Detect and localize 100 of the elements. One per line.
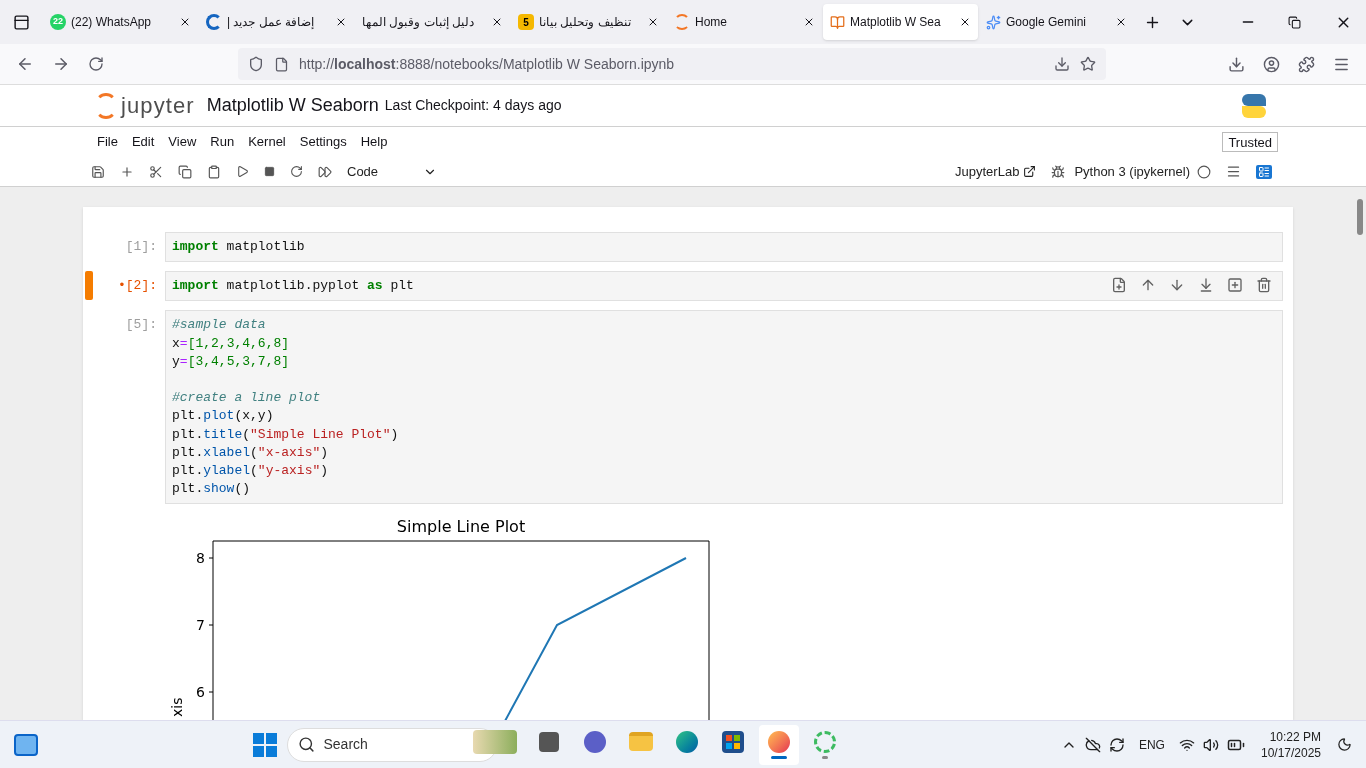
- download-page-icon[interactable]: [1054, 56, 1070, 72]
- address-field[interactable]: http://localhost:8888/notebooks/Matplotlib W Seaborn.ipynb: [238, 48, 1106, 80]
- page-icon: [274, 56, 289, 72]
- browser-tab[interactable]: Home: [667, 4, 822, 40]
- add-icon[interactable]: [120, 164, 134, 179]
- restart-icon[interactable]: [290, 165, 303, 178]
- trusted-button[interactable]: Trusted: [1222, 132, 1278, 152]
- run-icon[interactable]: [236, 165, 249, 178]
- menu-item[interactable]: Settings: [292, 132, 354, 152]
- close-icon[interactable]: [647, 16, 659, 28]
- forward-icon[interactable]: [52, 55, 70, 73]
- y-tick-label: 7: [196, 617, 214, 634]
- code-line: y=[3,4,5,3,7,8]: [172, 352, 291, 371]
- browser-tab[interactable]: Google Gemini: [979, 4, 1134, 40]
- extensions-icon[interactable]: [1298, 55, 1315, 73]
- code-line: plt.xlabel("x-axis"): [172, 443, 330, 462]
- square-badge-icon: 5: [518, 14, 534, 30]
- language-indicator[interactable]: ENG: [1138, 735, 1165, 754]
- download-icon[interactable]: [1228, 55, 1245, 73]
- close-icon[interactable]: [335, 16, 347, 28]
- browser-tab[interactable]: 22 (22) WhatsApp: [43, 4, 198, 40]
- bug-icon[interactable]: [1051, 164, 1066, 179]
- cloud-off-icon[interactable]: [1084, 736, 1101, 753]
- checkpoint-text: Last Checkpoint: 4 days ago: [384, 96, 562, 115]
- code-line: plt.plot(x,y): [172, 407, 275, 426]
- copy-icon[interactable]: [178, 164, 192, 179]
- thumbnail-picture: [473, 729, 518, 754]
- jupyter-logo[interactable]: jupyter: [95, 92, 195, 119]
- plot-title: Simple Line Plot: [396, 517, 526, 537]
- shield-icon: [248, 56, 264, 72]
- code-line: plt.title("Simple Line Plot"): [172, 425, 400, 444]
- menu-item[interactable]: Edit: [124, 132, 162, 152]
- insert-above-icon[interactable]: [1198, 277, 1214, 294]
- moon-icon[interactable]: [1337, 737, 1352, 752]
- close-icon[interactable]: [959, 16, 971, 28]
- delete-icon[interactable]: [1256, 277, 1272, 294]
- duplicate-icon[interactable]: [1111, 277, 1127, 294]
- code-line: plt.show(): [172, 480, 252, 499]
- ring-icon: [814, 730, 837, 753]
- ring-icon: [206, 14, 222, 30]
- reload-icon[interactable]: [88, 56, 104, 72]
- close-icon[interactable]: [179, 16, 191, 28]
- menu-item[interactable]: File: [90, 132, 125, 152]
- tab-title: إضافة عمل جديد |: [227, 14, 316, 31]
- stop-icon[interactable]: [264, 166, 275, 177]
- book-icon: [830, 14, 845, 30]
- restore-icon[interactable]: [1288, 15, 1301, 29]
- menu-item[interactable]: Kernel: [241, 132, 293, 152]
- y-tick-label: 6: [196, 684, 214, 701]
- menu-item[interactable]: Help: [353, 132, 395, 152]
- code-cell[interactable]: import matplotlib: [165, 232, 1283, 263]
- jupyterlab-link[interactable]: JupyterLab: [955, 161, 1037, 182]
- browser-tab[interactable]: دليل إثبات وقبول المها: [355, 4, 510, 40]
- code-cell[interactable]: import matplotlib.pyplot as plt: [165, 271, 1283, 302]
- code-cell[interactable]: #sample data x=[1,2,3,4,6,8] y=[3,4,5,3,7,8] #create a line plot plt.plot(x,y) plt.title("Simple Line Plot") plt.xlabel("x-axis") plt.ylabel("y-axis") plt.show(): [165, 310, 1283, 505]
- tab-title: دليل إثبات وقبول المها: [362, 14, 475, 31]
- taskbar-app[interactable]: [759, 724, 800, 765]
- tab-title: Home: [695, 14, 728, 31]
- folder-icon: [629, 732, 654, 751]
- scrollbar[interactable]: [1357, 199, 1363, 235]
- python-logo-icon: [1242, 93, 1266, 118]
- widgets-icon[interactable]: [14, 733, 38, 756]
- kernel-name[interactable]: Python 3 (ipykernel): [1074, 161, 1190, 182]
- cell-prompt: •[2]:: [118, 277, 157, 296]
- bookmark-star-icon[interactable]: [1080, 56, 1096, 72]
- sync-icon[interactable]: [1108, 736, 1125, 753]
- cell-prompt: [1]:: [125, 238, 157, 256]
- y-tick-label: 8: [196, 550, 214, 567]
- insert-below-icon[interactable]: [1227, 277, 1243, 294]
- close-icon[interactable]: [1115, 16, 1127, 28]
- cell-type-dropdown[interactable]: Code: [347, 161, 437, 182]
- url-text: http://localhost:8888/notebooks/Matplotlib W Seaborn.ipynb: [299, 54, 676, 74]
- fox-icon: [768, 730, 791, 753]
- tab-title: (22) WhatsApp: [71, 14, 153, 31]
- property-inspector-icon[interactable]: [1256, 164, 1272, 179]
- bag-icon: [722, 730, 745, 753]
- list-icon[interactable]: [1226, 164, 1241, 179]
- swirl-icon: [676, 730, 699, 753]
- back-icon[interactable]: [16, 55, 34, 73]
- tab-list-icon[interactable]: [12, 13, 30, 31]
- close-icon[interactable]: [491, 16, 503, 28]
- cell-prompt: [5]:: [125, 316, 157, 335]
- clock[interactable]: 10:22 PM 10/17/2025: [1260, 728, 1321, 761]
- clipboard-icon[interactable]: [207, 164, 221, 179]
- save-icon[interactable]: [91, 164, 105, 179]
- start-icon[interactable]: [253, 732, 278, 757]
- scissors-icon[interactable]: [149, 164, 163, 179]
- menu-item[interactable]: View: [161, 132, 204, 152]
- account-icon[interactable]: [1263, 55, 1280, 73]
- tab-title: تنظيف وتحليل بيانا: [539, 14, 632, 31]
- browser-tab[interactable]: Matplotlib W Sea: [823, 4, 978, 40]
- menu-item[interactable]: Run: [203, 132, 242, 152]
- close-icon[interactable]: [803, 16, 815, 28]
- volume-icon[interactable]: [1202, 736, 1219, 753]
- code-line: #create a line plot: [172, 389, 322, 408]
- y-axis-label: xis: [169, 697, 185, 718]
- notebook-title[interactable]: Matplotlib W Seaborn: [206, 92, 379, 119]
- tab-title: Google Gemini: [1006, 14, 1088, 31]
- fast-forward-icon[interactable]: [318, 164, 332, 179]
- browser-tab[interactable]: إضافة عمل جديد |: [199, 4, 354, 40]
